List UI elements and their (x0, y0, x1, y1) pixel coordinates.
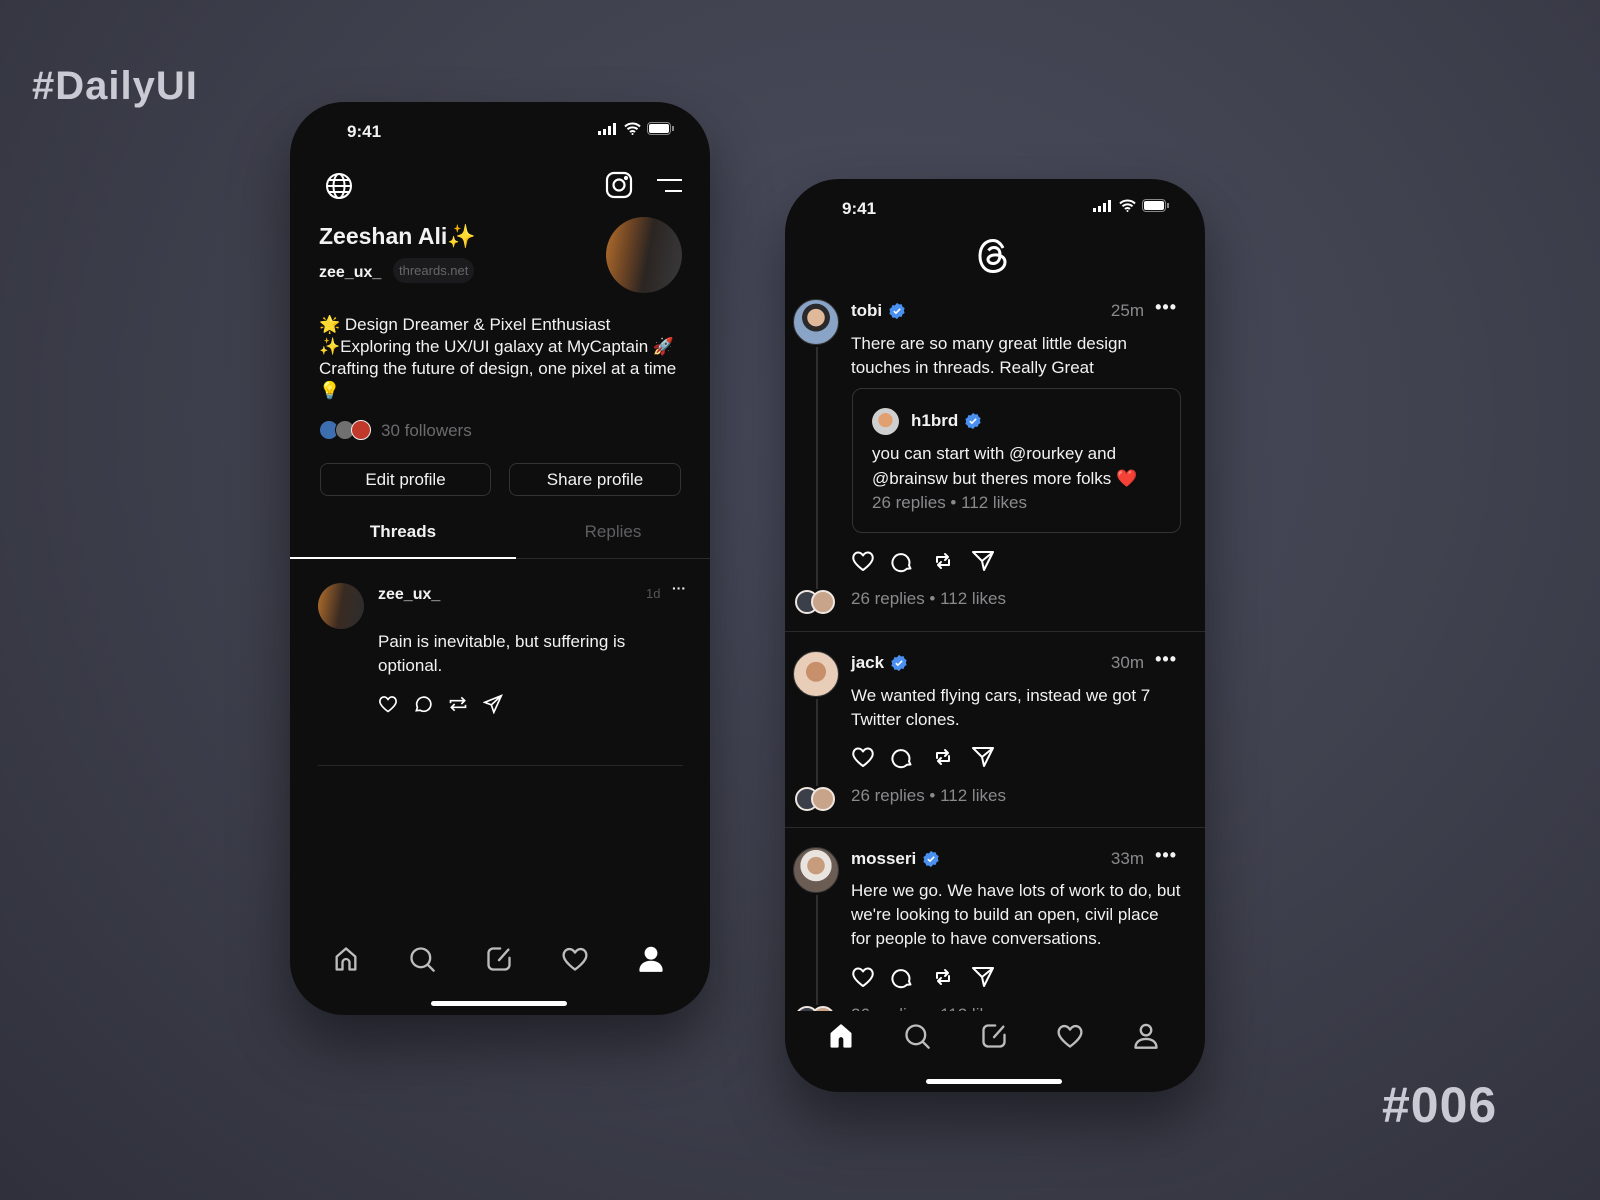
nav-home-button[interactable] (332, 945, 362, 975)
post-actions (378, 694, 503, 714)
feed-screen: 9:41 tobi 25m ••• There are so many great l… (785, 179, 1205, 1092)
followers-avatars[interactable] (319, 420, 375, 442)
comment-icon[interactable] (413, 694, 433, 714)
share-profile-button[interactable]: Share profile (509, 463, 681, 496)
status-time: 9:41 (347, 122, 382, 141)
tab-threads[interactable]: Threads (290, 522, 516, 542)
bio-line: Crafting the future of design, one pixel… (319, 359, 677, 400)
home-icon (335, 947, 357, 971)
instagram-icon[interactable] (605, 171, 633, 199)
heart-icon (562, 947, 588, 971)
home-indicator (431, 1001, 567, 1006)
profile-handle: zee_ux_ (319, 264, 382, 281)
battery-icon (647, 122, 674, 135)
status-icons (598, 122, 674, 135)
more-icon[interactable]: ••• (1155, 845, 1177, 866)
wifi-icon (624, 122, 641, 135)
post-divider (318, 765, 683, 766)
username-text[interactable]: mosseri (851, 849, 916, 869)
nav-profile-button[interactable] (1132, 1022, 1162, 1052)
heart-icon (1057, 1024, 1083, 1048)
profile-bio: 🌟 Design Dreamer & Pixel Enthusiast ✨Exp… (319, 314, 694, 402)
post-text: Here we go. We have lots of work to do, … (851, 881, 1181, 948)
nav-search-button[interactable] (903, 1022, 933, 1052)
edit-profile-button[interactable]: Edit profile (320, 463, 491, 496)
repost-icon[interactable] (448, 694, 468, 714)
post-time: 1d (646, 586, 661, 601)
search-icon (410, 947, 435, 972)
nav-compose-button[interactable] (980, 1022, 1010, 1052)
nav-home-button[interactable] (827, 1022, 857, 1052)
post-username[interactable]: zee_ux_ (378, 586, 440, 604)
post-time: 33m (1110, 849, 1144, 868)
challenge-number: #006 (1382, 1077, 1498, 1133)
post-text: Pain is inevitable, but suffering is opt… (378, 632, 626, 675)
heart-icon[interactable] (851, 965, 875, 989)
profile-icon (639, 946, 663, 972)
post-stats[interactable]: 26 replies • 112 likes (851, 1005, 1006, 1011)
more-icon[interactable]: ··· (672, 580, 686, 596)
search-icon (905, 1024, 930, 1049)
nav-search-button[interactable] (408, 945, 438, 975)
bio-line: ✨Exploring the UX/UI galaxy at MyCaptain… (319, 337, 675, 356)
globe-icon[interactable] (325, 172, 353, 200)
home-icon (830, 1024, 852, 1048)
home-indicator (926, 1079, 1062, 1084)
compose-icon (487, 947, 511, 971)
verified-badge-icon (923, 850, 939, 868)
comment-icon[interactable] (891, 965, 915, 989)
tab-active-indicator (290, 557, 516, 559)
post-username[interactable]: mosseri (851, 849, 940, 869)
mini-avatar (811, 1006, 835, 1011)
domain-chip[interactable]: threards.net (393, 258, 475, 283)
tab-replies[interactable]: Replies (516, 522, 710, 542)
profile-icon (1134, 1023, 1158, 1049)
repost-icon[interactable] (931, 965, 955, 989)
menu-icon[interactable] (657, 178, 683, 194)
thread-line (816, 895, 818, 1005)
reply-avatars[interactable] (795, 1006, 839, 1011)
share-icon[interactable] (971, 965, 995, 989)
feed-list: tobi 25m ••• There are so many great little… (785, 179, 1205, 1011)
nav-activity-button[interactable] (561, 945, 591, 975)
heart-icon[interactable] (378, 694, 398, 714)
post-actions (851, 965, 995, 989)
feed-post: mosseri 33m ••• Here we go. We have lots of… (785, 179, 1205, 1011)
bio-line: 🌟 Design Dreamer & Pixel Enthusiast (319, 315, 611, 334)
profile-name: Zeeshan Ali✨ (319, 223, 476, 249)
post-avatar[interactable] (318, 583, 364, 629)
post-avatar[interactable] (793, 847, 839, 893)
nav-profile-button[interactable] (637, 945, 667, 975)
followers-count[interactable]: 30 followers (381, 421, 472, 441)
nav-activity-button[interactable] (1056, 1022, 1086, 1052)
bottom-nav (290, 945, 710, 975)
profile-avatar[interactable] (606, 217, 682, 293)
profile-screen: 9:41 Zeeshan Ali✨ zee_ux_ threards.net 🌟… (290, 102, 710, 1015)
bottom-nav (785, 1022, 1205, 1052)
signal-icon (598, 122, 616, 135)
nav-compose-button[interactable] (485, 945, 515, 975)
compose-icon (982, 1024, 1006, 1048)
daily-ui-tag: #DailyUI (32, 64, 198, 108)
share-icon[interactable] (483, 694, 503, 714)
